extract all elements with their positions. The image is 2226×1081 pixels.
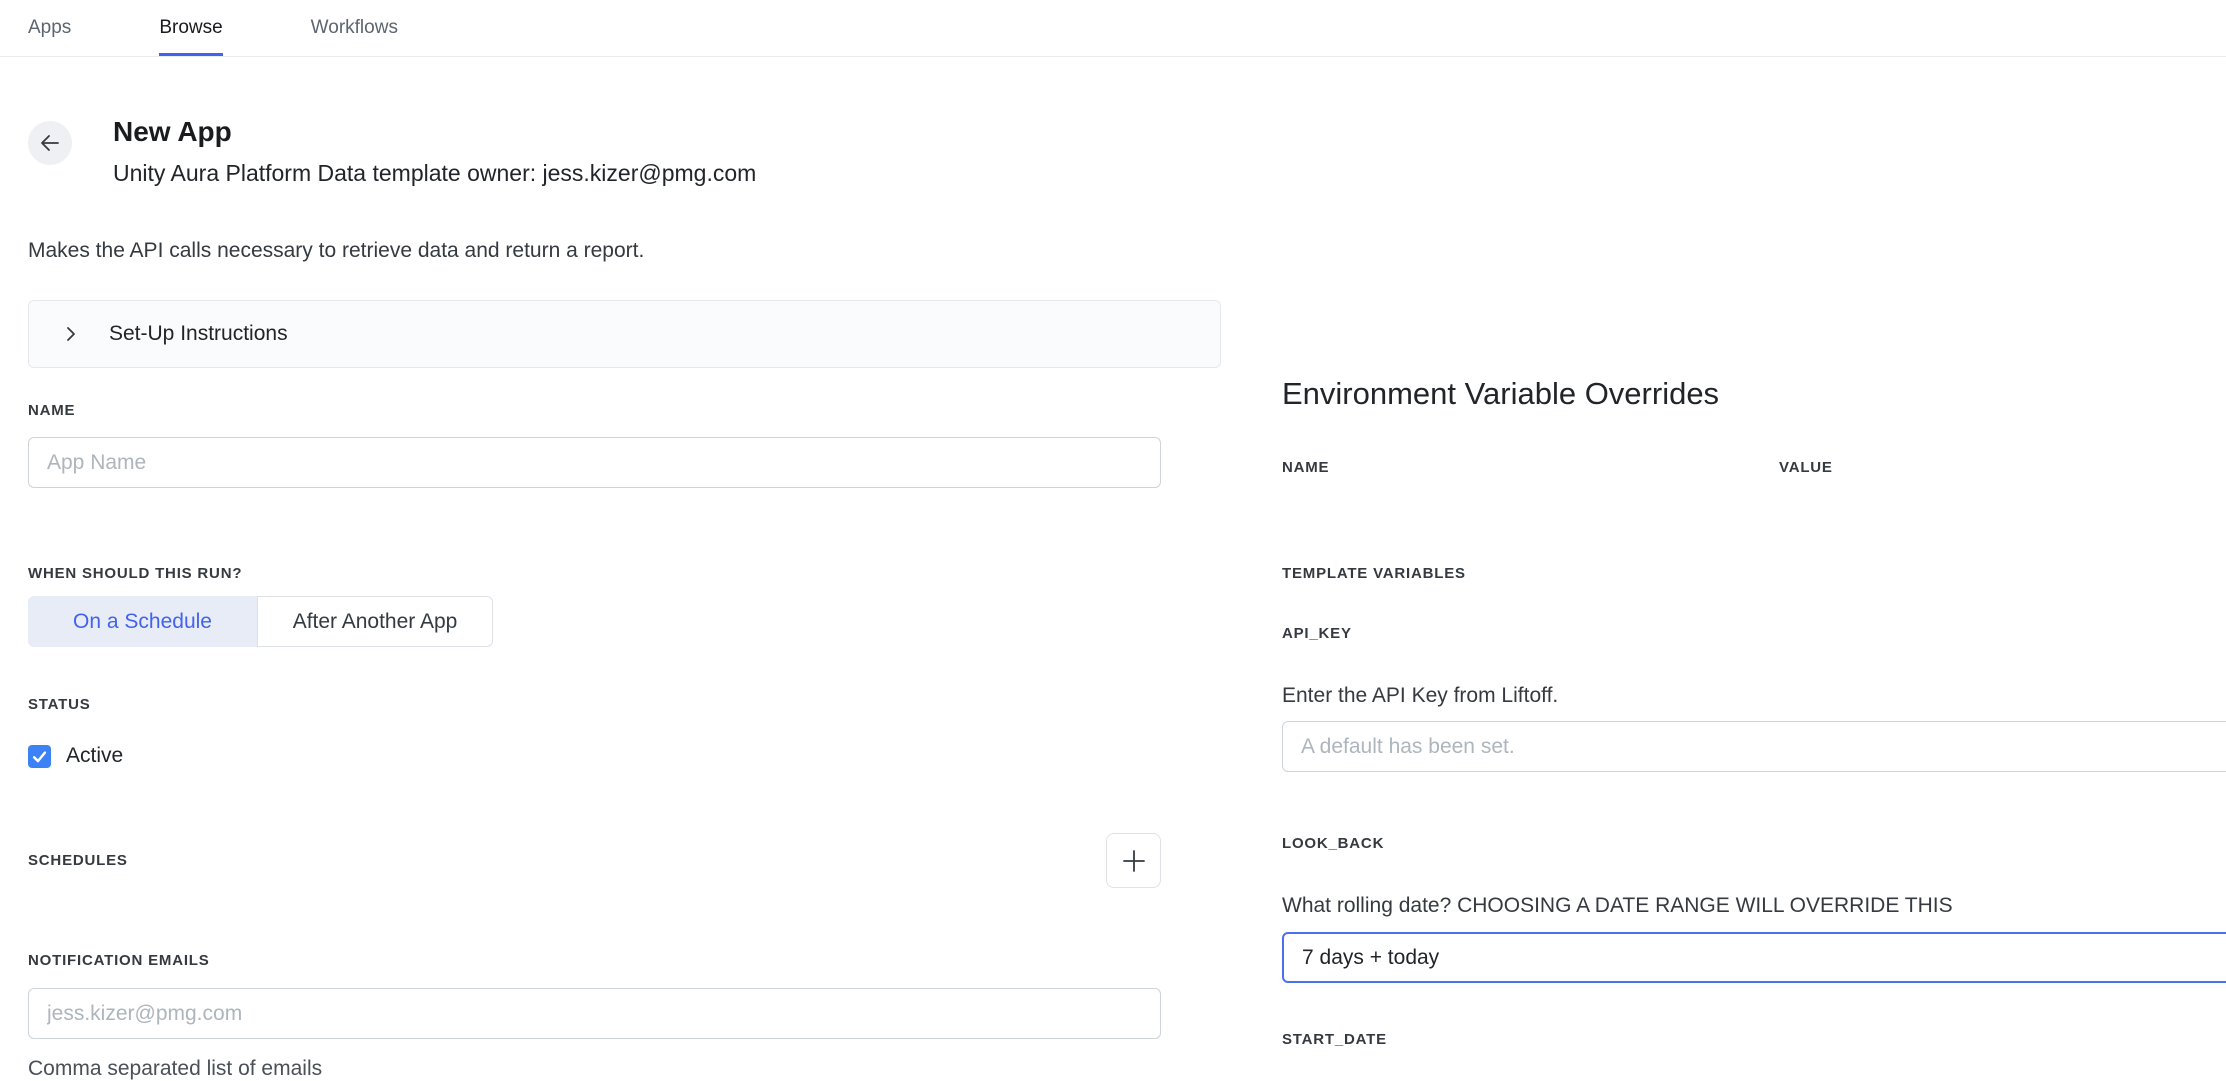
check-icon: [31, 748, 48, 765]
active-checkbox-label[interactable]: Active: [66, 744, 123, 768]
var-api-key-input[interactable]: [1282, 721, 2226, 772]
page-title: New App: [113, 115, 756, 149]
app-name-input[interactable]: [28, 437, 1161, 488]
name-label: NAME: [28, 402, 1221, 420]
var-look-back-select[interactable]: [1282, 932, 2226, 983]
schedules-section-header: SCHEDULES: [28, 833, 1161, 888]
back-button[interactable]: [28, 121, 72, 165]
environment-variables-column: Environment Variable Overrides NAME VALU…: [1282, 0, 2226, 1049]
when-should-this-run-label: WHEN SHOULD THIS RUN?: [28, 565, 1221, 583]
env-name-column-header: NAME: [1282, 459, 1329, 476]
emails-helper-text: Comma separated list of emails: [28, 1057, 1221, 1081]
env-column-headers: NAME VALUE: [1282, 459, 2226, 477]
app-description: Makes the API calls necessary to retriev…: [28, 236, 1221, 266]
setup-instructions-toggle[interactable]: Set-Up Instructions: [28, 300, 1221, 368]
var-look-back-label: LOOK_BACK: [1282, 835, 2226, 853]
env-overrides-title: Environment Variable Overrides: [1282, 375, 2226, 413]
tab-browse[interactable]: Browse: [159, 0, 222, 56]
notification-emails-input[interactable]: [28, 988, 1161, 1039]
chevron-right-icon: [61, 324, 81, 344]
arrow-left-icon: [39, 132, 61, 154]
status-label: STATUS: [28, 696, 1221, 714]
page-header: New App Unity Aura Platform Data templat…: [28, 115, 1221, 189]
tab-workflows[interactable]: Workflows: [311, 0, 398, 56]
setup-instructions-label: Set-Up Instructions: [109, 322, 288, 346]
env-value-column-header: VALUE: [1779, 459, 1833, 477]
segment-on-a-schedule[interactable]: On a Schedule: [28, 596, 257, 647]
active-checkbox[interactable]: [28, 745, 51, 768]
var-api-key-label: API_KEY: [1282, 625, 2226, 643]
segment-after-another-app[interactable]: After Another App: [257, 596, 493, 647]
active-checkbox-row: Active: [28, 744, 1221, 768]
var-start-date-label: START_DATE: [1282, 1031, 2226, 1049]
var-look-back-description: What rolling date? CHOOSING A DATE RANGE…: [1282, 893, 2226, 919]
page-subtitle: Unity Aura Platform Data template owner:…: [113, 157, 756, 189]
var-api-key-description: Enter the API Key from Liftoff.: [1282, 683, 2226, 709]
plus-icon: [1120, 847, 1148, 875]
app-config-column: New App Unity Aura Platform Data templat…: [28, 115, 1221, 1081]
tab-apps[interactable]: Apps: [28, 0, 71, 56]
add-schedule-button[interactable]: [1106, 833, 1161, 888]
notification-emails-label: NOTIFICATION EMAILS: [28, 952, 1221, 970]
template-variables-label: TEMPLATE VARIABLES: [1282, 565, 2226, 583]
run-mode-segmented-control: On a Schedule After Another App: [28, 596, 493, 647]
schedules-label: SCHEDULES: [28, 852, 128, 870]
